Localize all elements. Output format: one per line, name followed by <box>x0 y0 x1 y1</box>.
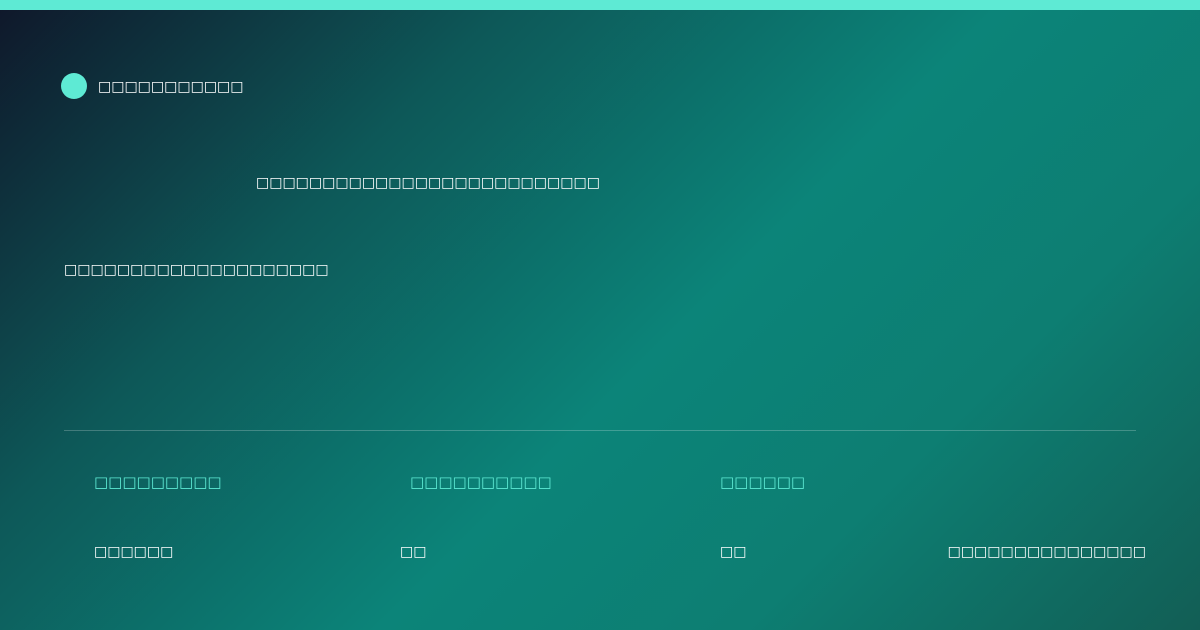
stat-label-2: □□□□□□□□□□ <box>410 473 552 491</box>
footer-note: □□□□□□□□□□□□□□□ <box>947 544 1146 560</box>
stat-value-3: □□ <box>720 544 747 560</box>
brand-name: □□□□□□□□□□□ <box>98 79 244 95</box>
stat-label-1: □□□□□□□□□ <box>94 473 222 491</box>
brand-logo-dot-icon <box>61 73 87 99</box>
section-divider <box>64 430 1136 431</box>
stat-value-2: □□ <box>400 544 427 560</box>
page-subtitle: □□□□□□□□□□□□□□□□□□□□ <box>64 262 329 278</box>
page-headline: □□□□□□□□□□□□□□□□□□□□□□□□□□ <box>256 175 600 191</box>
stat-label-3: □□□□□□ <box>720 473 806 491</box>
stat-value-1: □□□□□□ <box>94 544 174 560</box>
top-accent-bar <box>0 0 1200 10</box>
